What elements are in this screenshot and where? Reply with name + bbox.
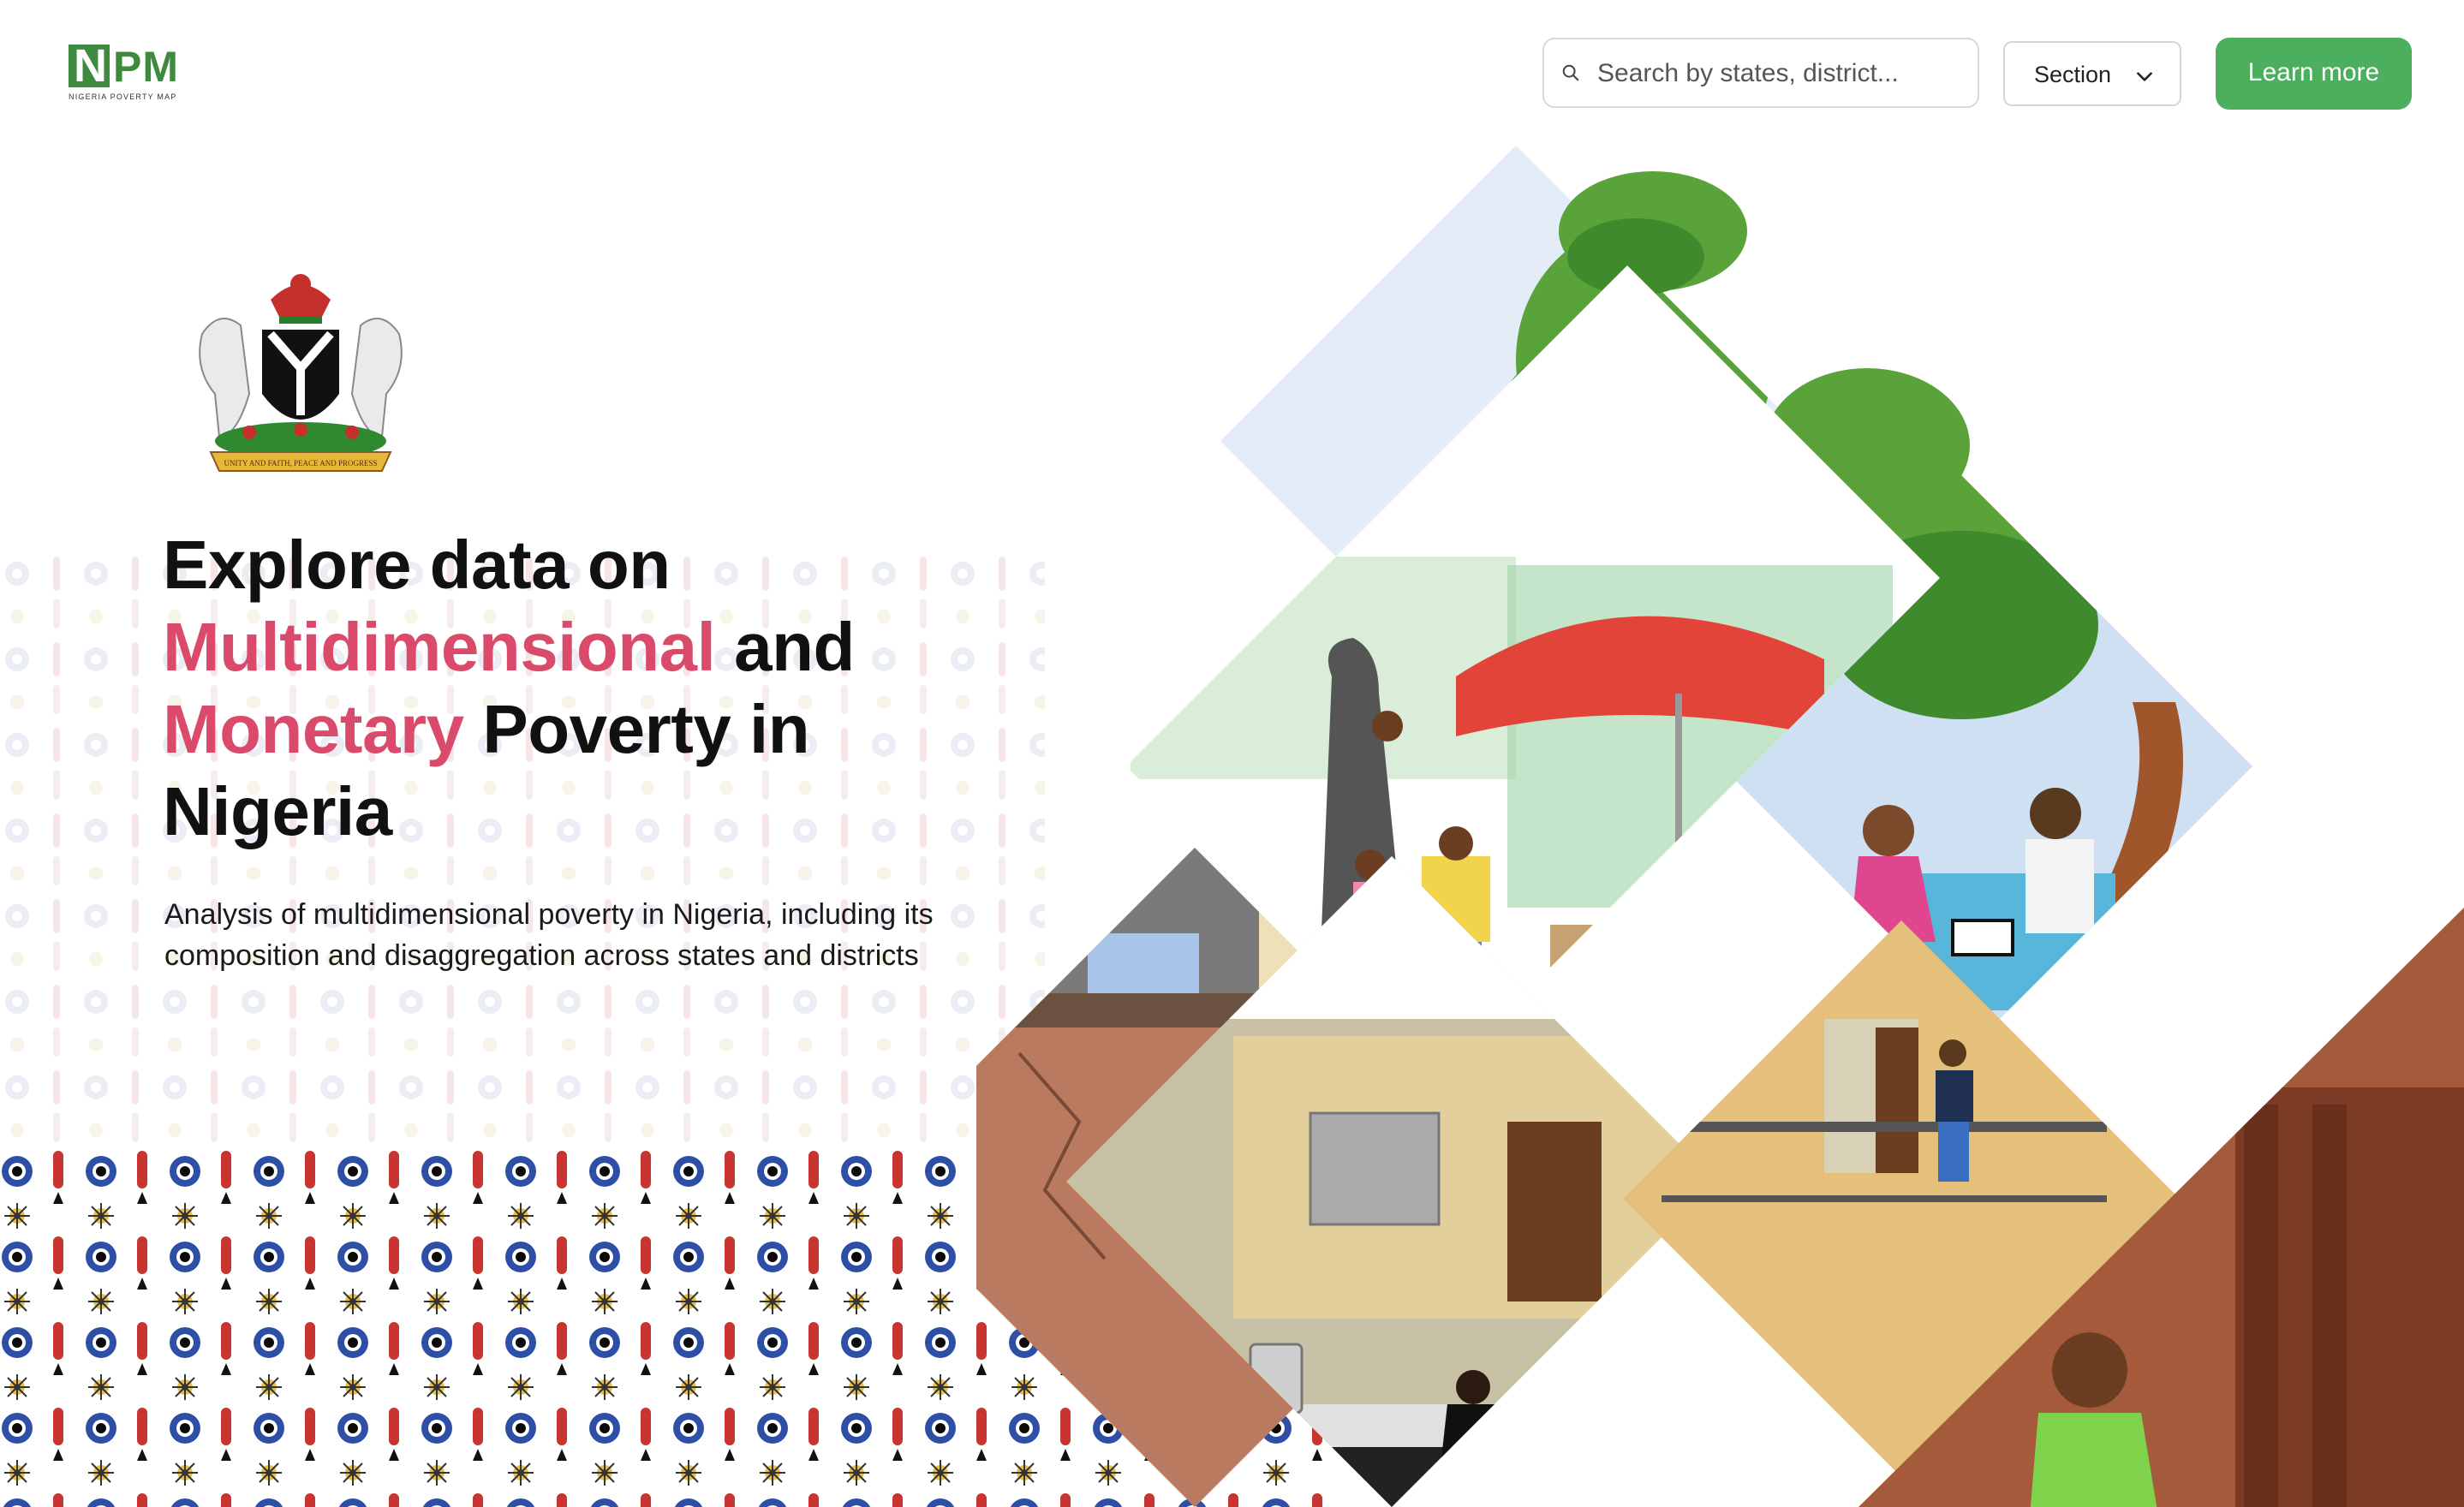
hero-line-1: Explore data on [163,527,671,603]
logo-letters: PM [113,43,179,91]
hero-headline: Explore data on Multidimensional and Mon… [163,524,1019,853]
coat-of-arms-image: UNITY AND FAITH, PEACE AND PROGRESS [199,274,403,472]
hero-line-3: Monetary Poverty in [163,688,1019,771]
search-input[interactable] [1596,51,1959,96]
hero-illustration [976,146,2464,1507]
hero-description: Analysis of multidimensional poverty in … [164,898,934,972]
section-dropdown-label: Section [2034,62,2112,87]
logo-subtitle: NIGERIA POVERTY MAP [69,92,177,101]
logo-mark: N [69,41,110,91]
section-dropdown[interactable]: Section [2003,41,2181,106]
coat-of-arms-motto: UNITY AND FAITH, PEACE AND PROGRESS [224,459,377,468]
logo-mark-letter: N [74,40,107,92]
learn-more-button[interactable]: Learn more [2216,38,2412,110]
learn-more-label: Learn more [2247,58,2380,86]
search-box[interactable] [1542,38,1979,108]
hero-line-4: Nigeria [163,773,392,849]
hero-line-2: Multidimensional and [163,606,1019,688]
highlight-monetary: Monetary [163,691,464,767]
search-icon [1562,64,1579,81]
highlight-multidimensional: Multidimensional [163,609,716,685]
hero-line-2-rest: and [715,609,855,685]
site-logo[interactable]: N PM NIGERIA POVERTY MAP [69,41,188,104]
chevron-down-icon [2137,72,2152,81]
hero-line-3-rest: Poverty in [463,691,810,767]
